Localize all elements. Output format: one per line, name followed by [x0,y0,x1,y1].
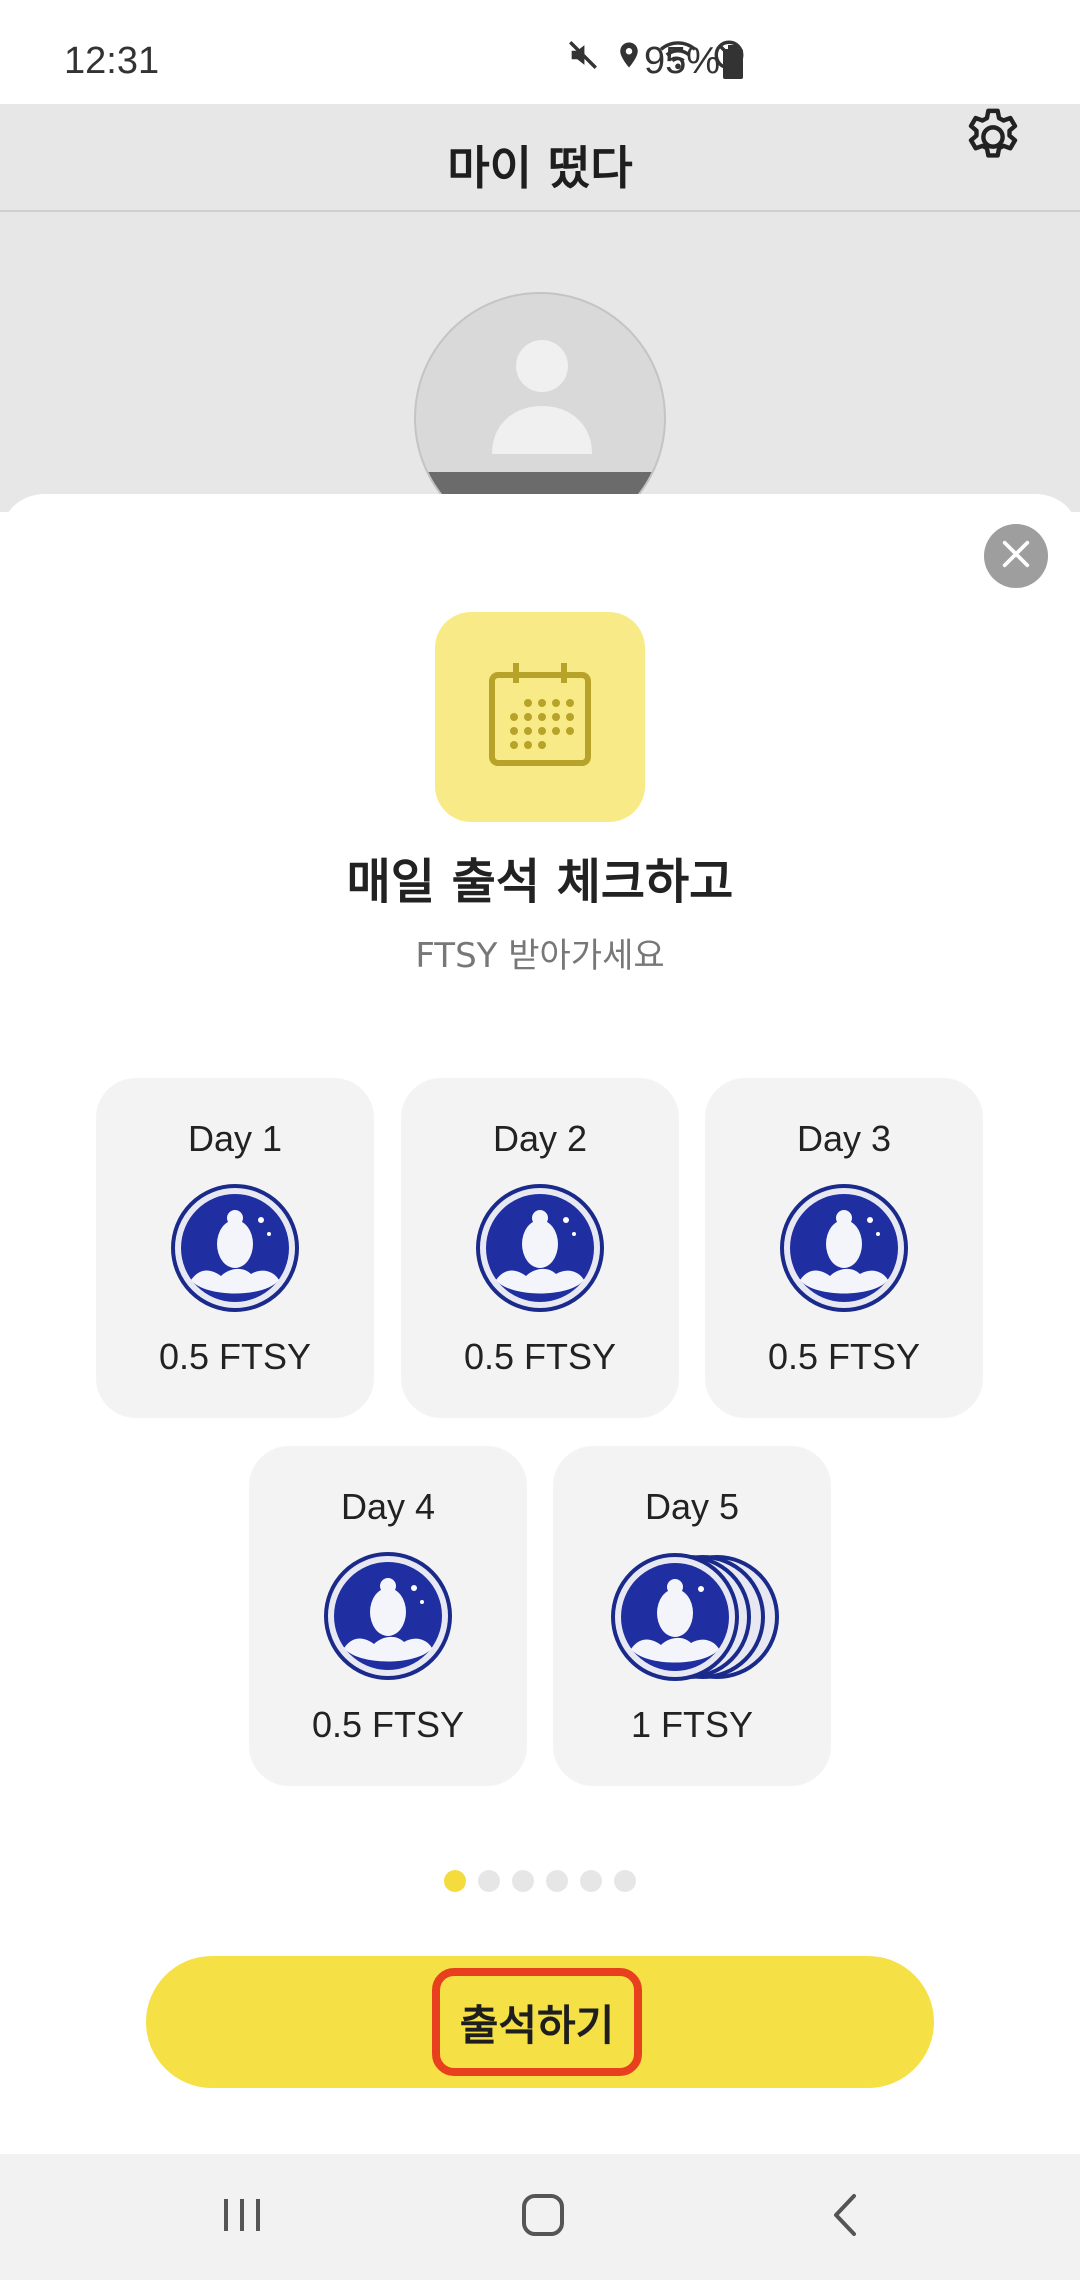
attendance-button-highlight[interactable]: 출석하기 [432,1968,642,2076]
mute-icon [566,38,600,72]
reward-amount: 0.5 FTSY [158,1336,312,1377]
ftsy-coin-icon [476,1184,604,1312]
day-card: Day 1 0.5 FTSY [96,1078,374,1418]
gear-icon [960,108,1026,174]
ftsy-coin-icon [780,1184,908,1312]
calendar-icon [480,655,600,779]
attendance-button-label: 출석하기 [459,2000,615,2050]
recent-apps-icon [220,2195,264,2239]
day-label: Day 1 [187,1118,283,1159]
page-dot[interactable] [546,1870,568,1892]
day-card: Day 5 1 FTSY [553,1446,831,1786]
headline: 매일 출석 체크하고 [346,854,734,910]
day-card: Day 4 0.5 FTSY [249,1446,527,1786]
day-label: Day 2 [492,1118,588,1159]
page-dot[interactable] [614,1870,636,1892]
battery-icon [722,45,744,79]
page-dot[interactable] [478,1870,500,1892]
back-button[interactable] [806,2182,886,2252]
pagination-dots [0,1870,1080,1892]
reward-amount: 0.5 FTSY [311,1704,465,1745]
subline: FTSY 받아가세요 [415,936,665,976]
settings-button[interactable] [960,104,1026,170]
status-time: 12:31 [64,40,160,82]
ftsy-coin-icon [324,1552,452,1680]
reward-amount: 0.5 FTSY [767,1336,921,1377]
close-icon [999,537,1033,575]
home-icon [520,2192,566,2242]
close-button[interactable] [984,524,1048,588]
location-icon [614,38,644,72]
status-bar: 12:31 95% [0,0,1080,104]
battery-percentage: 95% [644,40,721,82]
calendar-tile [435,612,645,822]
home-button[interactable] [503,2182,583,2252]
day-label: Day 4 [340,1486,436,1527]
page-title: 마이 떴다 [447,141,633,195]
reward-amount: 1 FTSY [630,1704,754,1745]
recent-apps-button[interactable] [202,2182,282,2252]
reward-amount: 0.5 FTSY [463,1336,617,1377]
day-card: Day 3 0.5 FTSY [705,1078,983,1418]
app-bar: 마이 떴다 [0,104,1080,212]
day-label: Day 3 [796,1118,892,1159]
ftsy-coin-icon [171,1184,299,1312]
system-nav-bar [0,2154,1080,2280]
back-icon [828,2192,864,2242]
page-dot-active[interactable] [444,1870,466,1892]
day-label: Day 5 [644,1486,740,1527]
page-dot[interactable] [580,1870,602,1892]
page-dot[interactable] [512,1870,534,1892]
ftsy-coin-stack-icon [611,1550,781,1684]
day-card: Day 2 0.5 FTSY [401,1078,679,1418]
